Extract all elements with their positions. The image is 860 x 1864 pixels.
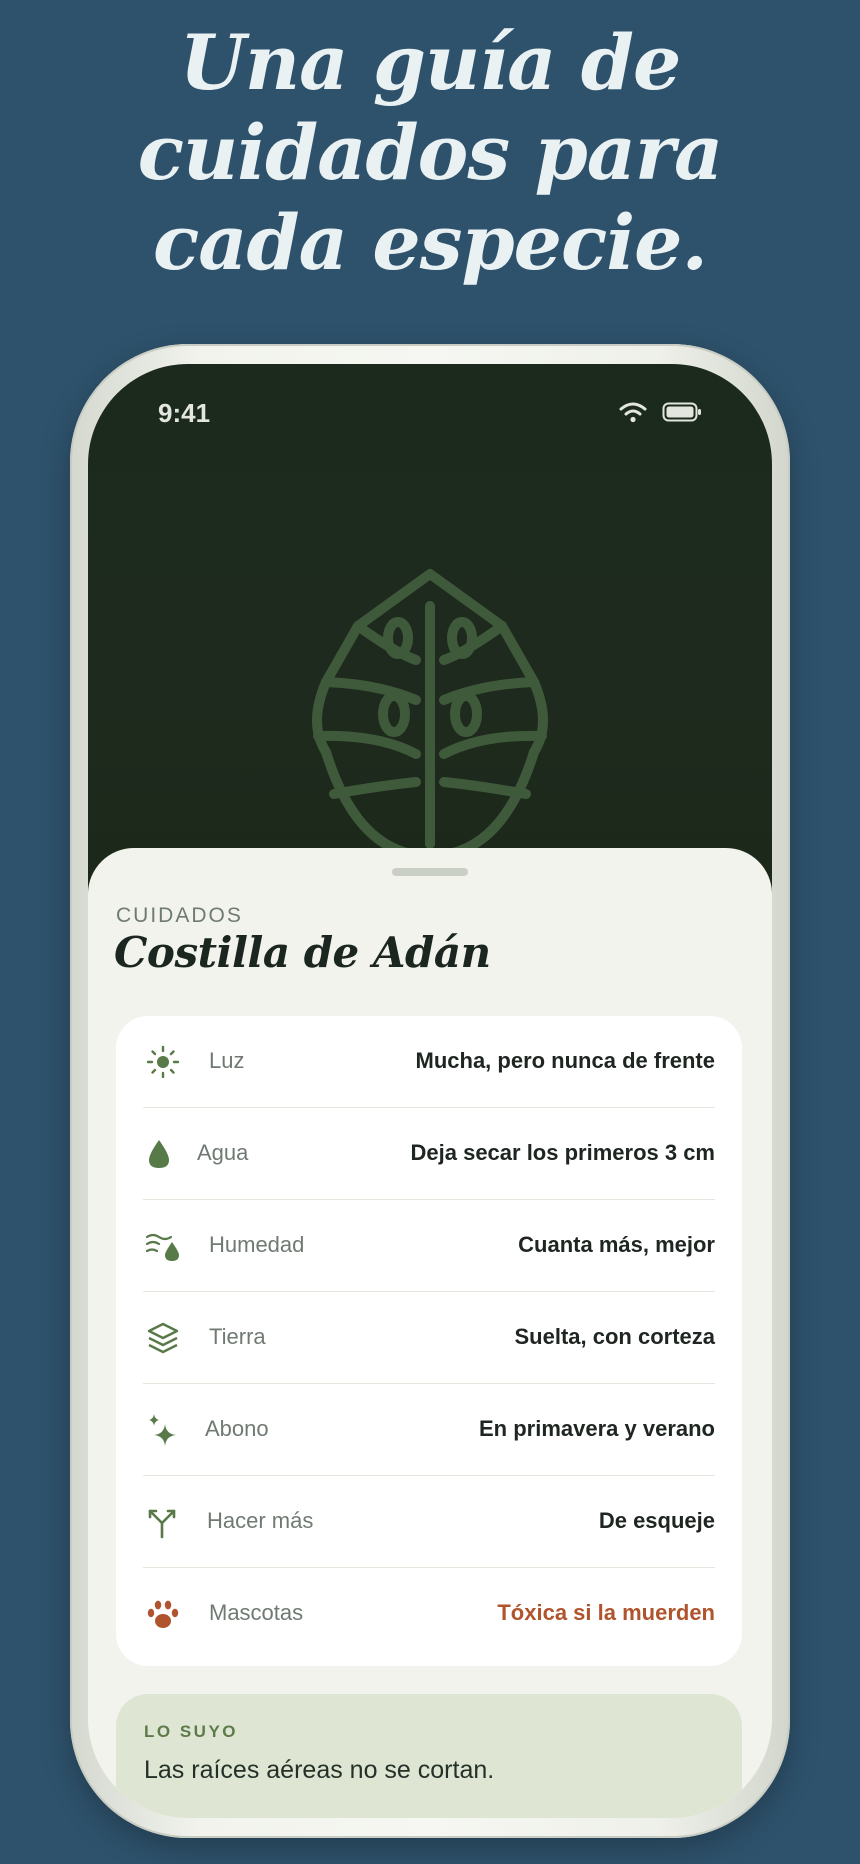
phone-frame: 9:41 CUIDADOS Costilla de Adán Luz Mucha… [70,344,790,1838]
care-label: Humedad [209,1232,305,1257]
care-value: En primavera y verano [478,1416,715,1441]
monstera-leaf-icon [312,569,548,861]
hero-header: 9:41 [88,364,772,924]
phone-screen: 9:41 CUIDADOS Costilla de Adán Luz Mucha… [88,364,772,1818]
headline-line-2: cuidados para [137,108,724,197]
care-row-agua[interactable]: Agua Deja secar los primeros 3 cm [143,1108,715,1200]
sheet-grabber[interactable] [392,868,468,876]
care-row-luz[interactable]: Luz Mucha, pero nunca de frente [143,1016,715,1108]
care-value: Cuanta más, mejor [518,1232,715,1257]
care-row-mascotas[interactable]: Mascotas Tóxica si la muerden [143,1568,715,1660]
fertilizer-sparkle-icon [149,1414,176,1446]
headline: Una guía de cuidados para cada especie. [0,18,860,288]
care-label: Mascotas [209,1600,304,1625]
care-label: Agua [197,1140,249,1165]
care-value: Suelta, con corteza [514,1324,715,1349]
status-icons [618,400,702,424]
tip-text: Las raíces aéreas no se cortan. [144,1756,495,1784]
care-row-tierra[interactable]: Tierra Suelta, con corteza [143,1292,715,1384]
care-card: Luz Mucha, pero nunca de frente Agua Dej… [116,1016,742,1666]
care-value: Mucha, pero nunca de frente [415,1048,716,1073]
section-eyebrow: CUIDADOS [116,904,243,927]
care-row-hacer-mas[interactable]: Hacer más De esqueje [143,1476,715,1568]
status-time: 9:41 [158,398,211,428]
care-label: Luz [209,1048,245,1073]
wifi-icon [619,402,647,423]
status-bar: 9:41 [88,364,772,454]
headline-line-1: Una guía de [179,18,682,107]
humidity-icon [145,1233,179,1261]
headline-line-3: cada especie. [153,198,708,287]
care-row-abono[interactable]: Abono En primavera y verano [143,1384,715,1476]
battery-icon [662,402,701,422]
species-title: Costilla de Adán [114,928,491,977]
care-sheet: CUIDADOS Costilla de Adán Luz Mucha, per… [88,848,772,1818]
tip-eyebrow: LO SUYO [144,1722,239,1741]
care-label: Tierra [209,1324,266,1349]
care-row-humedad[interactable]: Humedad Cuanta más, mejor [143,1200,715,1292]
care-value-warning: Tóxica si la muerden [497,1600,715,1625]
propagation-branch-icon [148,1509,176,1539]
paw-icon [147,1600,179,1628]
water-drop-icon [149,1140,169,1168]
soil-layers-icon [147,1322,179,1354]
care-value: Deja secar los primeros 3 cm [410,1140,716,1165]
tip-card: LO SUYO Las raíces aéreas no se cortan. [116,1694,742,1818]
care-label: Abono [205,1416,269,1441]
care-label: Hacer más [207,1508,314,1533]
sun-icon [146,1045,180,1079]
care-value: De esqueje [598,1508,715,1533]
